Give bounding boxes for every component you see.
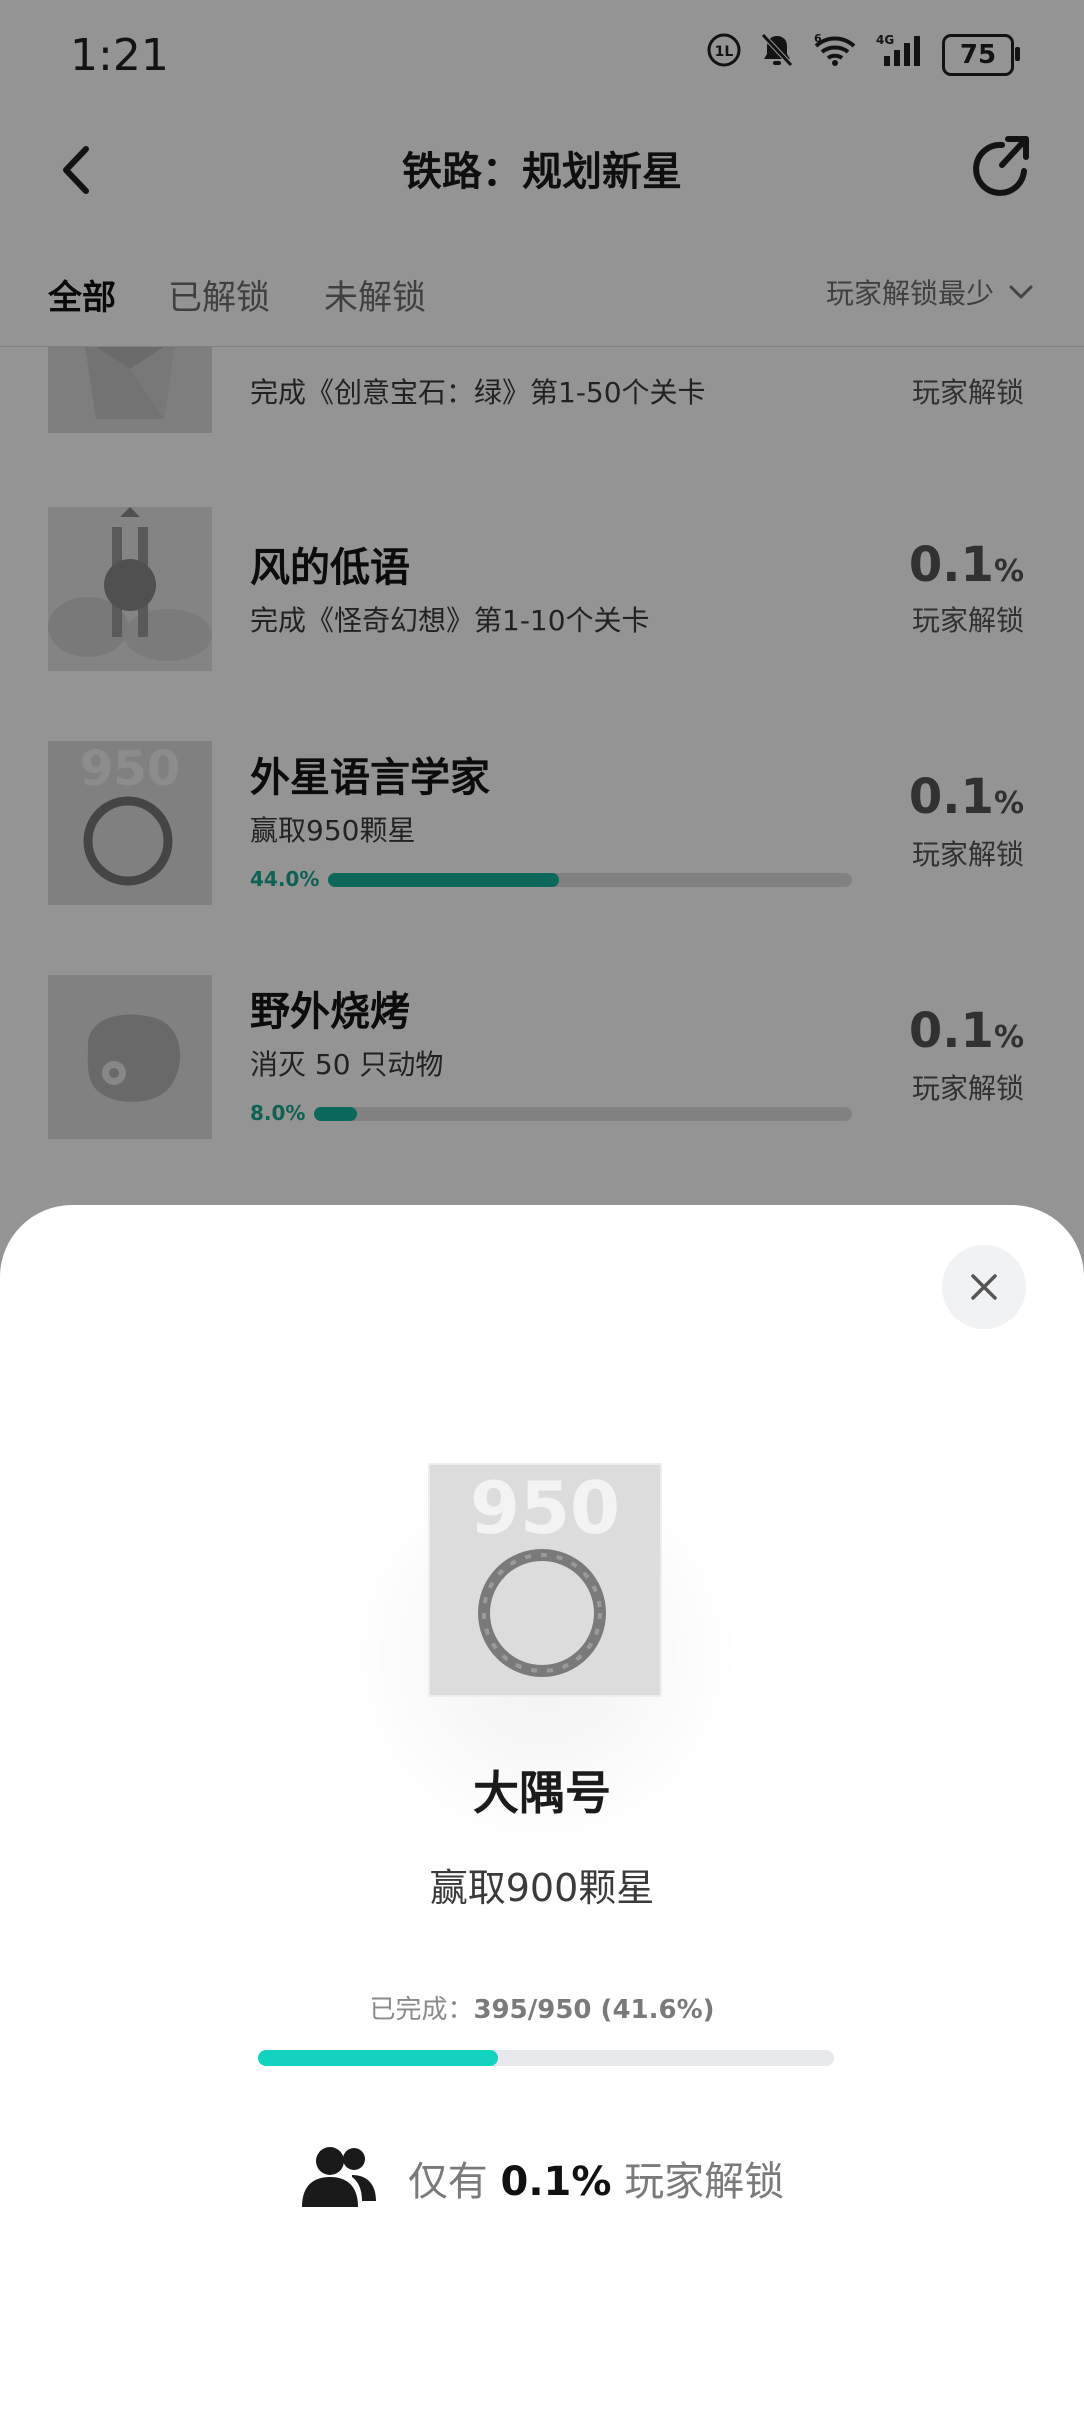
- icon-950-label: 950: [470, 1466, 620, 1550]
- close-button[interactable]: [942, 1245, 1026, 1329]
- achievement-description: 赢取900颗星: [429, 1866, 655, 1910]
- rarity-info: 仅有 0.1% 玩家解锁: [0, 2145, 1084, 2211]
- achievement-detail-sheet: 950 大隅号 赢取900颗星 已完成：395/950 (41.6%) 仅有 0…: [0, 1205, 1084, 2412]
- achievement-icon: 950: [428, 1463, 662, 1697]
- achievement-title: 大隅号: [473, 1766, 611, 1820]
- completion-progress-track: [258, 2050, 834, 2066]
- users-icon: [301, 2147, 376, 2207]
- completion-label: 已完成：395/950 (41.6%): [369, 1995, 715, 2025]
- completion-progress-fill: [258, 2050, 498, 2066]
- close-icon: [971, 1274, 997, 1300]
- rarity-text: 仅有 0.1% 玩家解锁: [407, 2159, 785, 2205]
